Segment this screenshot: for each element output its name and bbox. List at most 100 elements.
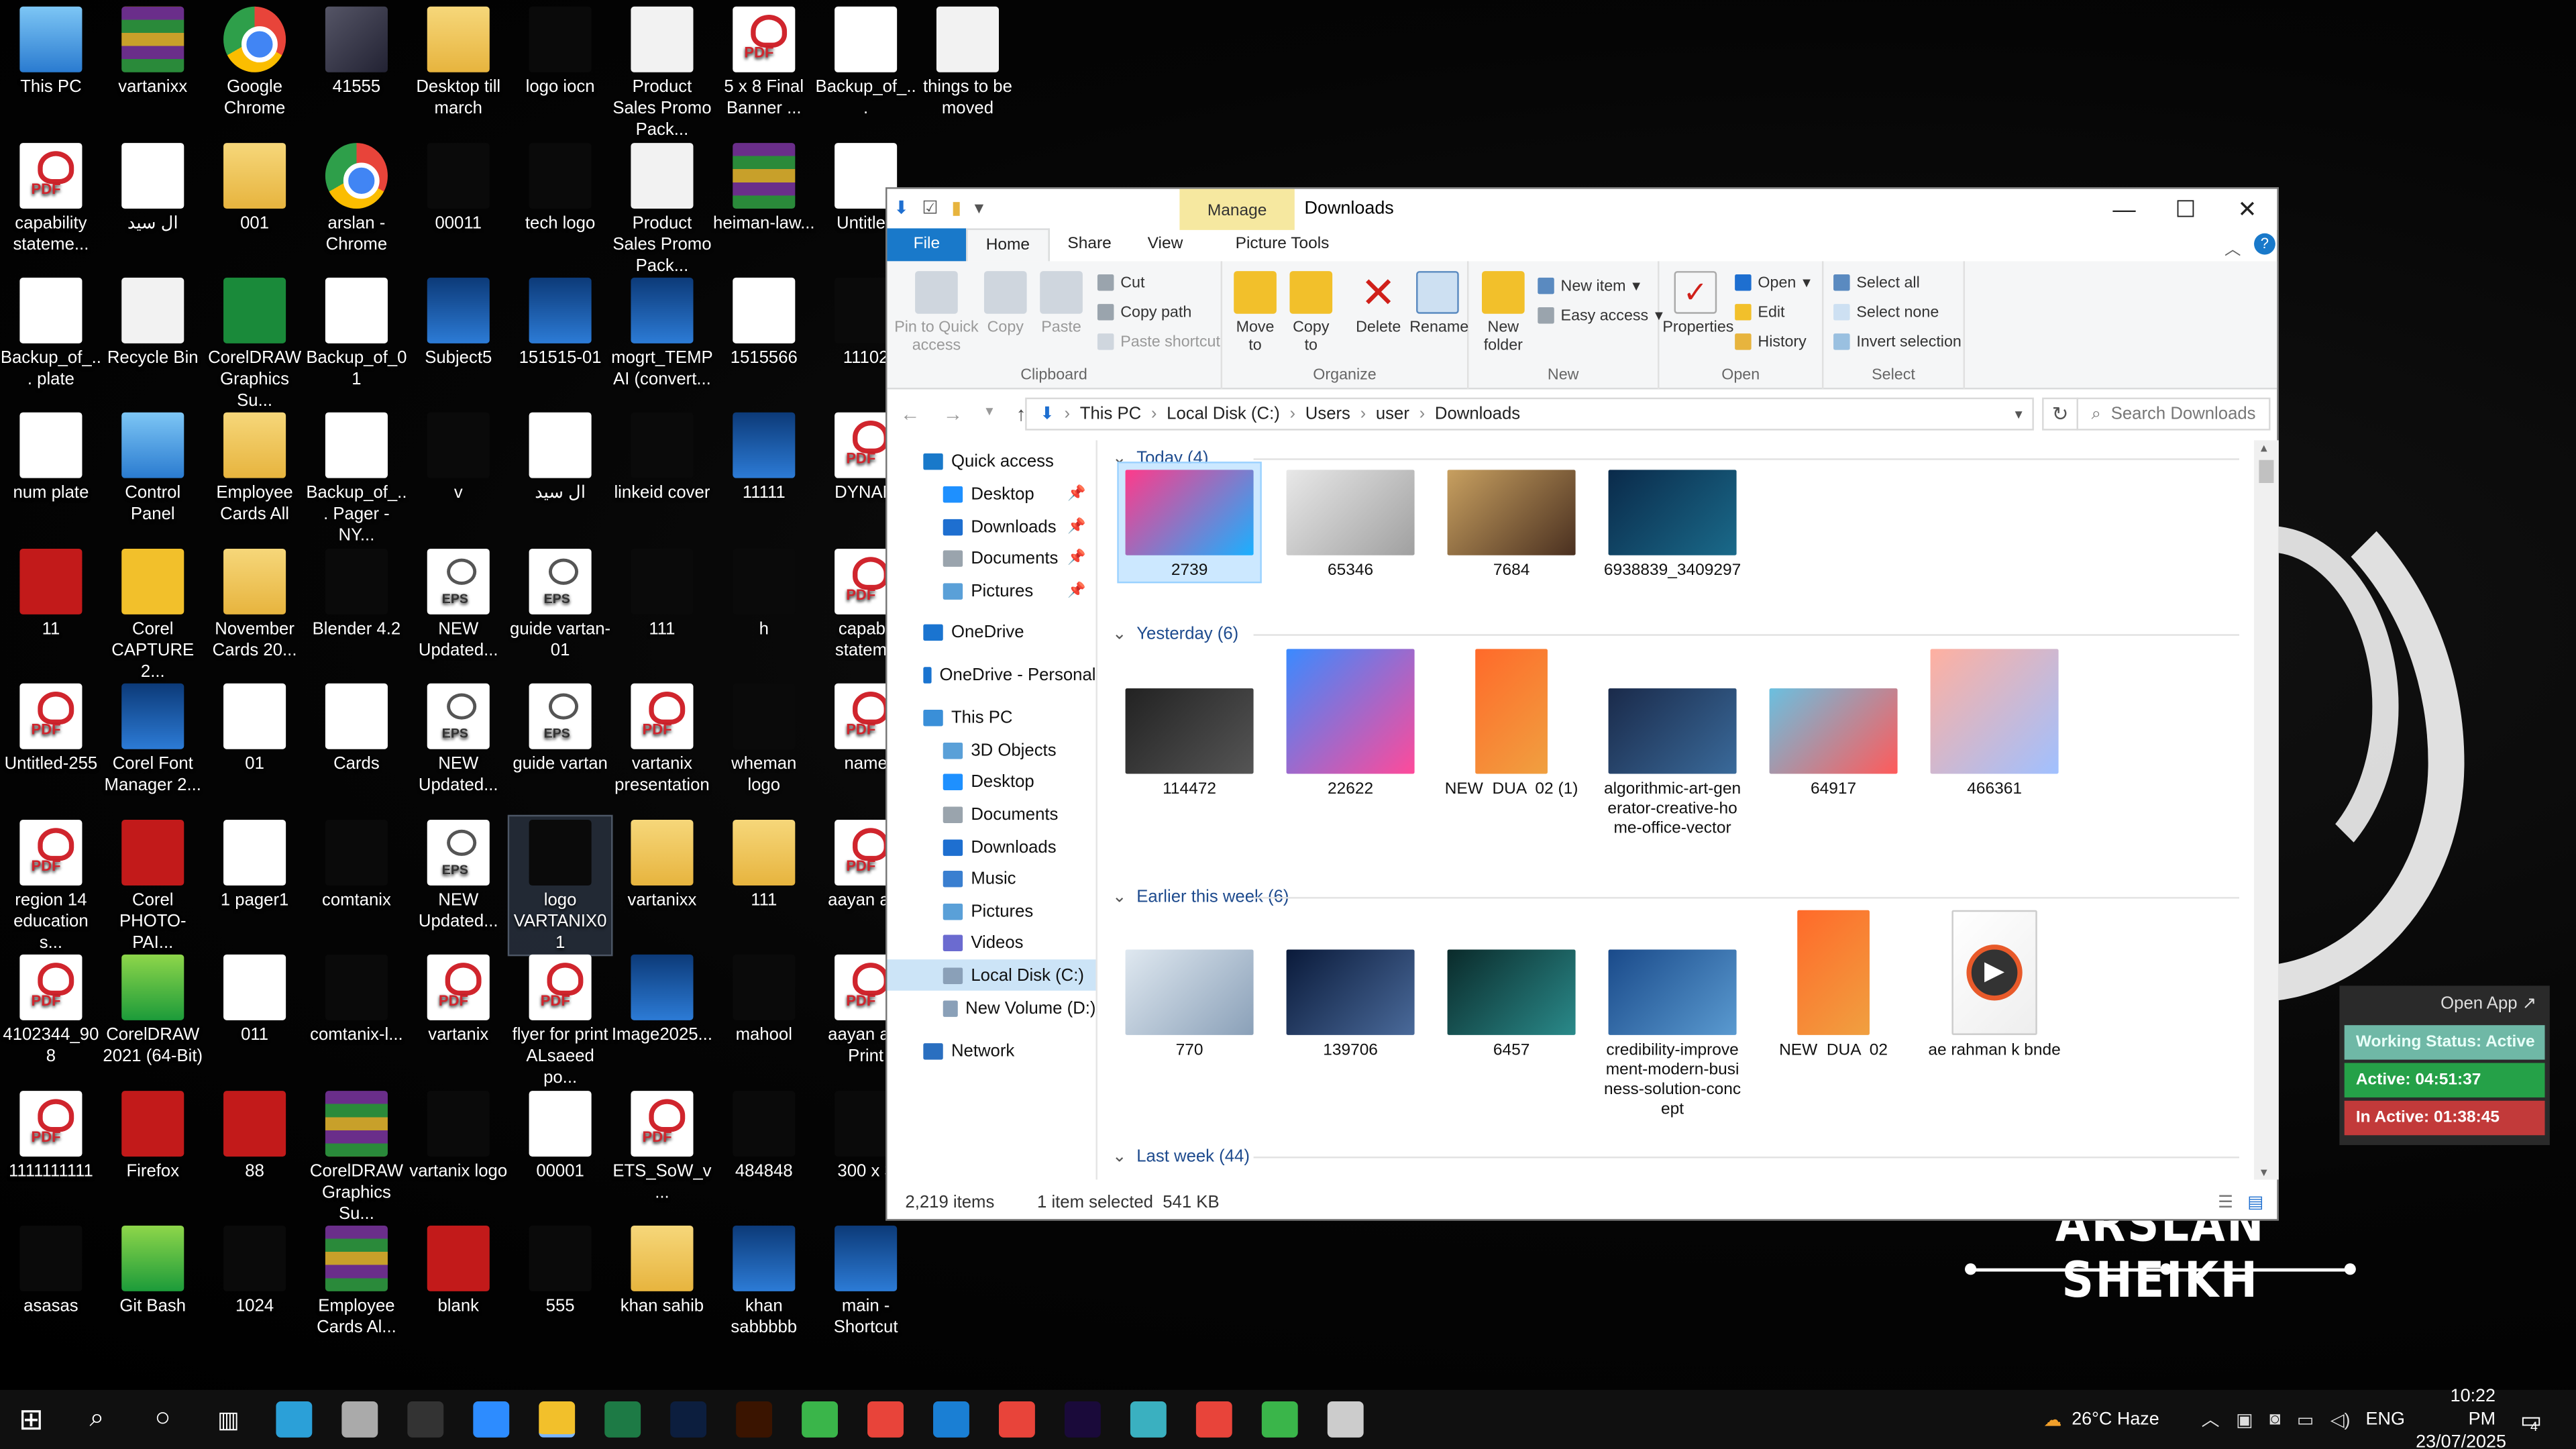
desktop-icon[interactable]: NEW Updated... [407,545,509,662]
copy-button[interactable]: Copy [983,271,1029,337]
desktop-icon[interactable]: vartanix logo [407,1087,509,1183]
desktop-icon[interactable]: Backup_of_... Pager - NY... [306,409,408,547]
select-none-button[interactable]: Select none [1833,301,1939,323]
desktop-icon[interactable]: Desktop till march [407,3,509,120]
show-hidden-icons-icon[interactable]: ︿ [2202,1406,2220,1432]
file-item[interactable]: 770 [1119,904,1260,1061]
open-button[interactable]: Open ▾ [1735,271,1811,294]
desktop-icon[interactable]: linkeid cover [611,409,713,504]
pin-icon[interactable]: 📌 [1067,582,1085,600]
desktop-icon[interactable]: tech logo [509,140,611,235]
copy-path-button[interactable]: Copy path [1097,301,1191,323]
delete-button[interactable]: ✕ Delete [1354,271,1403,337]
coreldraw-2-icon[interactable] [1261,1401,1298,1438]
desktop-icon[interactable]: capability stateme... [0,140,102,256]
desktop-icon[interactable]: Recycle Bin [102,274,204,370]
tab-view[interactable]: View [1130,228,1201,261]
new-folder-icon[interactable]: ▮ [951,197,961,218]
cut-button[interactable]: Cut [1097,271,1144,294]
desktop-icon[interactable]: 5 x 8 Final Banner ... [713,3,815,120]
desktop-icon[interactable]: vartanixx [611,816,713,912]
file-item[interactable]: 7684 [1441,464,1582,582]
desktop-icon[interactable]: Employee Cards Al... [306,1222,408,1339]
desktop-icon[interactable]: Google Chrome [204,3,306,120]
desktop-icon[interactable]: Backup_of_01 [306,274,408,391]
desktop-icon[interactable]: Backup_of_... plate [0,274,102,391]
desktop-icon[interactable]: Corel PHOTO-PAI... [102,816,204,955]
desktop-icon[interactable]: guide vartan [509,680,611,775]
volume-icon[interactable]: ◁) [2330,1409,2351,1430]
breadcrumb-downloads[interactable]: Downloads [1435,404,1520,423]
breadcrumb-users[interactable]: Users [1305,404,1350,423]
desktop-icon[interactable]: 00011 [407,140,509,235]
desktop-icon[interactable]: 1024 [204,1222,306,1318]
desktop-icon[interactable]: logo VARTANIX01 [507,814,613,957]
search-input[interactable]: ⌕ Search Downloads [2076,397,2271,431]
notification-center-button[interactable]: ▭ 4 [2520,1390,2542,1449]
desktop-icon[interactable]: 41555 [306,3,408,99]
desktop-icon[interactable]: flyer for print ALsaeed po... [509,951,611,1089]
title-bar[interactable]: ⬇ ☑ ▮ ▾ Manage Downloads — ☐ ✕ [887,189,2277,230]
nav-item[interactable]: OneDrive - Personal [887,659,1095,690]
tab-file[interactable]: File [887,228,967,262]
desktop-icon[interactable]: 00001 [509,1087,611,1183]
desktop-icon[interactable]: NEW Updated... [407,816,509,933]
minimize-icon[interactable]: — [2112,195,2135,221]
chrome-icon[interactable] [867,1401,904,1438]
clock[interactable]: 10:22 PM 23/07/2025 [2416,1387,2506,1449]
vertical-scrollbar[interactable]: ▴ ▾ [2254,440,2279,1180]
customize-qat-icon[interactable]: ▾ [975,197,984,218]
desktop-icon[interactable]: comtanix [306,816,408,912]
pin-quick-access-button[interactable]: Pin to Quick access [894,271,979,355]
desktop-icon[interactable]: This PC [0,3,102,99]
desktop-icon[interactable]: CorelDRAW 2021 (64-Bit) [102,951,204,1068]
task-view-icon[interactable]: ▥ [210,1401,246,1438]
breadcrumb-this-pc[interactable]: This PC [1080,404,1141,423]
weather-widget[interactable]: ☁ 26°C Haze [2044,1390,2159,1449]
nav-item[interactable]: OneDrive [887,616,1095,647]
desktop-icon[interactable]: khan sabbbbb [713,1222,815,1339]
desktop-icon[interactable]: vartanix [407,951,509,1046]
down-arrow-icon[interactable]: ⬇ [894,197,909,218]
desktop-icon[interactable]: NEW Updated... [407,680,509,797]
desktop-icon[interactable]: Backup_of_... [815,3,917,120]
pin-icon[interactable]: 📌 [1067,517,1085,535]
photoshop-icon[interactable] [670,1401,707,1438]
desktop-icon[interactable]: Product Sales Promo Pack... [611,3,713,142]
desktop-icon[interactable]: wheman logo [713,680,815,797]
file-item[interactable]: 64917 [1763,643,1904,800]
address-dropdown-icon[interactable]: ▾ [2015,405,2023,423]
desktop-icon[interactable]: guide vartan-01 [509,545,611,662]
settings-icon[interactable] [1327,1401,1364,1438]
paste-button[interactable]: Paste [1038,271,1085,337]
desktop-icon[interactable]: 88 [204,1087,306,1183]
desktop-icon[interactable]: arslan - Chrome [306,140,408,256]
large-icons-view-icon[interactable]: ▤ [2247,1193,2263,1212]
desktop-icon[interactable]: Blender 4.2 [306,545,408,641]
search-icon[interactable]: ⌕ [79,1401,115,1438]
file-item[interactable]: 6457 [1441,904,1582,1061]
desktop-icon[interactable]: 1 pager1 [204,816,306,912]
desktop-icon[interactable]: 151515-01 [509,274,611,370]
file-item[interactable]: 6938839_3409297 [1602,464,1743,582]
nav-item[interactable]: Network [887,1035,1095,1067]
desktop-icon[interactable]: 111 [713,816,815,912]
forward-arrow-icon[interactable]: → [943,402,963,425]
breadcrumb-user[interactable]: user [1376,404,1409,423]
pen-icon[interactable] [341,1401,378,1438]
desktop-icon[interactable]: Employee Cards All [204,409,306,526]
nav-item[interactable]: Documents [887,798,1095,830]
invert-selection-button[interactable]: Invert selection [1833,330,1962,353]
new-item-button[interactable]: New item ▾ [1538,274,1640,297]
desktop-icon[interactable]: Firefox [102,1087,204,1183]
excel-icon[interactable] [604,1401,641,1438]
app-diamond-icon[interactable] [1130,1401,1167,1438]
file-item[interactable]: 65346 [1280,464,1421,582]
desktop-icon[interactable]: 1515566 [713,274,815,370]
nav-item[interactable]: Pictures 📌 [887,575,1095,606]
file-item[interactable]: 22622 [1280,643,1421,800]
paste-shortcut-button[interactable]: Paste shortcut [1097,330,1220,353]
file-item[interactable]: 466361 [1924,643,2065,800]
desktop-icon[interactable]: heiman-law... [713,140,815,235]
nav-item[interactable]: Downloads 📌 [887,511,1095,543]
